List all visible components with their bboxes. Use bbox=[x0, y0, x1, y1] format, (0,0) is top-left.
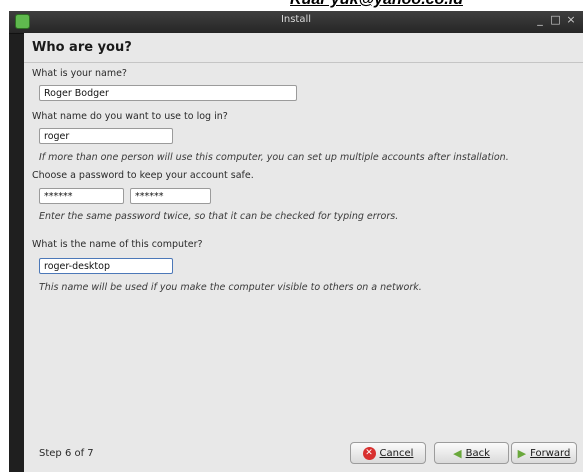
page-title: Who are you? bbox=[32, 40, 132, 55]
installer-content: Who are you? What is your name? What nam… bbox=[24, 33, 583, 472]
password-field[interactable] bbox=[39, 188, 124, 204]
back-button[interactable]: ◀ Back bbox=[434, 442, 509, 464]
title-bar[interactable]: Install _ □ × bbox=[9, 11, 583, 34]
watermark-text: Kuar yuk@yanoo.co.id bbox=[290, 0, 585, 9]
window-title: Install bbox=[280, 14, 312, 25]
password-confirm-field[interactable] bbox=[130, 188, 211, 204]
password-hint: Enter the same password twice, so that i… bbox=[39, 211, 399, 222]
close-icon[interactable]: × bbox=[565, 13, 577, 26]
cancel-button[interactable]: ✕ Cancel bbox=[350, 442, 426, 464]
name-label: What is your name? bbox=[32, 68, 127, 79]
computer-name-field[interactable] bbox=[39, 258, 173, 274]
step-indicator: Step 6 of 7 bbox=[39, 448, 94, 459]
computer-name-hint: This name will be used if you make the c… bbox=[39, 282, 422, 293]
forward-button-label: Forward bbox=[530, 447, 571, 459]
back-arrow-icon: ◀ bbox=[453, 446, 462, 460]
installer-window: Install _ □ × Who are you? What is your … bbox=[9, 11, 583, 472]
back-button-label: Back bbox=[465, 447, 490, 459]
forward-arrow-icon: ▶ bbox=[517, 446, 527, 460]
heading-divider bbox=[24, 62, 583, 63]
maximize-icon[interactable]: □ bbox=[550, 13, 562, 26]
forward-button[interactable]: ▶ Forward bbox=[511, 442, 577, 464]
password-label: Choose a password to keep your account s… bbox=[32, 170, 254, 181]
name-field[interactable] bbox=[39, 85, 297, 101]
cancel-icon: ✕ bbox=[362, 446, 376, 460]
computer-name-label: What is the name of this computer? bbox=[32, 239, 203, 250]
login-label: What name do you want to use to log in? bbox=[32, 111, 228, 122]
login-field[interactable] bbox=[39, 128, 173, 144]
window-controls: _ □ × bbox=[534, 13, 577, 26]
cancel-button-label: Cancel bbox=[379, 447, 414, 459]
minimize-icon[interactable]: _ bbox=[534, 13, 546, 26]
login-hint: If more than one person will use this co… bbox=[39, 152, 509, 163]
